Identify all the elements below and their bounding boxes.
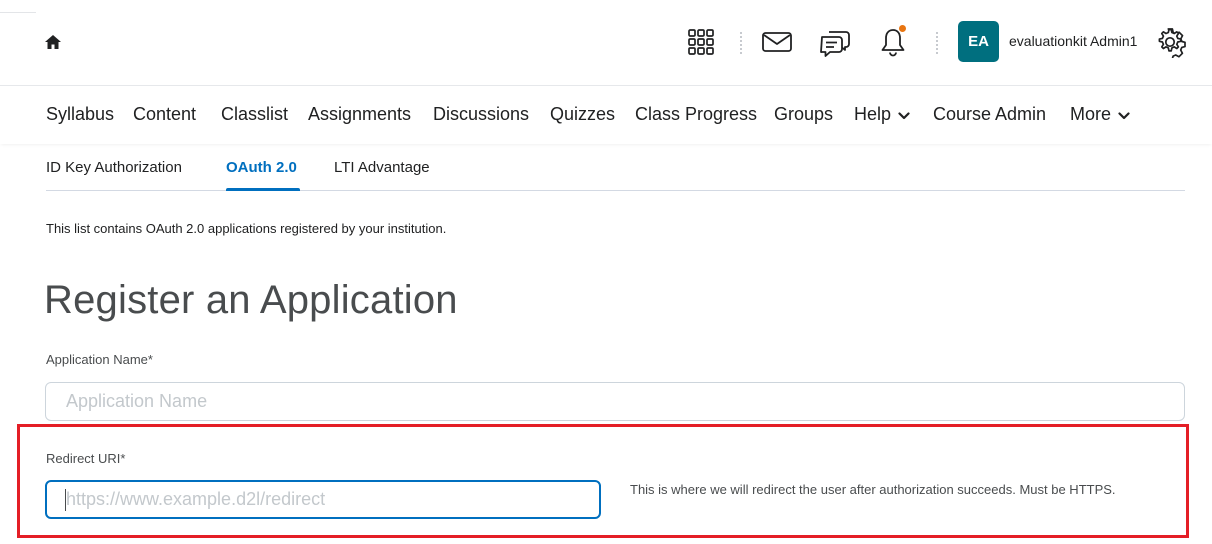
redirect-uri-input[interactable] (45, 480, 601, 519)
nav-item-label: Content (133, 104, 197, 124)
nav-item-more[interactable]: More (1070, 104, 1130, 125)
nav-item-label: Classlist (221, 104, 289, 124)
nav-item-label: Syllabus (46, 104, 115, 124)
tab-id-key-authorization[interactable]: ID Key Authorization (46, 159, 182, 176)
nav-item-label: Course Admin (933, 104, 1047, 124)
user-name[interactable]: evaluationkit Admin1 (1009, 33, 1137, 49)
tab-lti-advantage[interactable]: LTI Advantage (334, 159, 430, 176)
nav-item-syllabus[interactable]: Syllabus (46, 104, 114, 125)
application-name-input[interactable] (45, 382, 1185, 421)
redirect-uri-label: Redirect URI* (46, 451, 126, 466)
course-navigation: Syllabus Content Classlist Assignments D… (0, 86, 1212, 144)
nav-item-label: Class Progress (635, 104, 758, 124)
active-tab-indicator (226, 188, 300, 191)
mail-icon[interactable] (760, 22, 794, 62)
nav-item-label: Quizzes (550, 104, 616, 124)
page: EA evaluationkit Admin1 Syllabus Content… (0, 0, 1212, 544)
home-icon[interactable] (42, 32, 64, 52)
header-separator (740, 32, 742, 54)
nav-item-label: Discussions (433, 104, 530, 124)
nav-item-discussions[interactable]: Discussions (433, 104, 529, 125)
chat-icon[interactable] (818, 22, 852, 62)
avatar[interactable]: EA (958, 21, 999, 62)
top-header: EA evaluationkit Admin1 (0, 0, 1212, 86)
nav-item-help[interactable]: Help (854, 104, 910, 125)
nav-item-groups[interactable]: Groups (774, 104, 833, 125)
header-tick-divider (0, 12, 36, 13)
nav-item-classlist[interactable]: Classlist (221, 104, 288, 125)
page-title: Register an Application (44, 278, 458, 322)
chevron-down-icon (1118, 104, 1130, 125)
nav-item-assignments[interactable]: Assignments (308, 104, 411, 125)
sub-tabs: ID Key Authorization OAuth 2.0 LTI Advan… (46, 144, 1185, 191)
nav-item-label: Groups (774, 104, 834, 124)
tab-oauth-2[interactable]: OAuth 2.0 (226, 159, 297, 176)
nav-item-label: Assignments (308, 104, 412, 124)
notification-dot (898, 24, 907, 33)
header-separator (936, 32, 938, 54)
nav-item-label: More (1070, 104, 1112, 124)
nav-item-content[interactable]: Content (133, 104, 196, 125)
application-name-label: Application Name* (46, 352, 153, 367)
chevron-down-icon (898, 104, 910, 125)
redirect-uri-help-text: This is where we will redirect the user … (630, 482, 1116, 497)
intro-text: This list contains OAuth 2.0 application… (46, 221, 447, 236)
text-caret (65, 489, 66, 511)
nav-item-course-admin[interactable]: Course Admin (933, 104, 1046, 125)
nav-item-label: Help (854, 104, 892, 124)
gear-icon[interactable] (1153, 22, 1187, 62)
nav-item-class-progress[interactable]: Class Progress (635, 104, 757, 125)
grid-icon[interactable] (686, 22, 716, 62)
nav-item-quizzes[interactable]: Quizzes (550, 104, 615, 125)
